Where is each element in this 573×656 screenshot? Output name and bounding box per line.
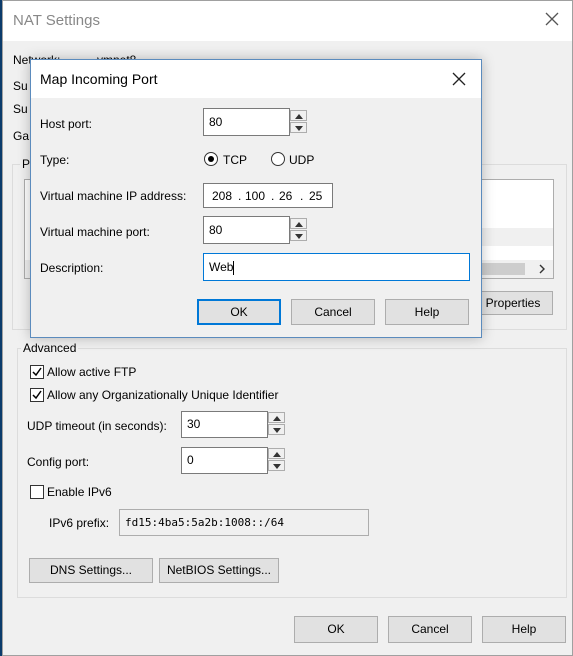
close-icon[interactable]	[542, 9, 562, 29]
dialog-cancel-button[interactable]: Cancel	[291, 299, 375, 325]
ip-dot: .	[238, 189, 242, 203]
tcp-radio[interactable]	[204, 152, 218, 166]
udp-timeout-spinner[interactable]	[268, 412, 287, 435]
enable-ipv6-checkbox[interactable]	[30, 485, 44, 499]
ip-dot: .	[300, 189, 304, 203]
spin-up-icon[interactable]	[290, 110, 307, 121]
description-value: Web	[209, 260, 234, 274]
host-port-label: Host port:	[40, 117, 93, 131]
checkmark-icon	[32, 390, 42, 400]
dialog-help-button[interactable]: Help	[385, 299, 469, 325]
vm-ip-input[interactable]: 208 . 100 . 26 . 25	[203, 183, 333, 208]
nat-help-button[interactable]: Help	[482, 616, 566, 643]
udp-timeout-label: UDP timeout (in seconds):	[27, 419, 167, 433]
ipv6-prefix-input: fd15:4ba5:5a2b:1008::/64	[119, 509, 369, 536]
vm-ip-label: Virtual machine IP address:	[40, 189, 187, 203]
allow-oui-label: Allow any Organizationally Unique Identi…	[47, 388, 279, 402]
host-port-input[interactable]: 80	[203, 108, 290, 136]
dns-settings-button[interactable]: DNS Settings...	[29, 558, 153, 583]
radio-selected-dot	[208, 156, 214, 162]
gateway-label: Ga	[13, 129, 30, 143]
list-row-highlight	[473, 228, 553, 246]
dialog-ok-button[interactable]: OK	[197, 299, 281, 325]
udp-timeout-input[interactable]: 30	[181, 411, 268, 438]
ip-octet-4[interactable]: 25	[309, 189, 322, 203]
spin-up-icon[interactable]	[268, 412, 285, 423]
tcp-label: TCP	[223, 153, 247, 167]
checkmark-icon	[32, 367, 42, 377]
vm-port-label: Virtual machine port:	[40, 225, 150, 239]
vm-port-input[interactable]: 80	[203, 216, 290, 244]
text-cursor	[233, 260, 235, 275]
vm-port-spinner[interactable]	[290, 218, 309, 241]
spin-down-icon[interactable]	[290, 230, 307, 241]
spin-down-icon[interactable]	[290, 122, 307, 133]
map-incoming-port-dialog: Map Incoming Port Host port: 80 Type: TC…	[30, 59, 482, 338]
spin-down-icon[interactable]	[268, 424, 285, 435]
netbios-settings-button[interactable]: NetBIOS Settings...	[159, 558, 279, 583]
spin-up-icon[interactable]	[268, 448, 285, 459]
ip-octet-3[interactable]: 26	[279, 189, 292, 203]
properties-button[interactable]: Properties	[473, 291, 553, 315]
config-port-input[interactable]: 0	[181, 447, 268, 474]
host-port-spinner[interactable]	[290, 110, 309, 133]
description-label: Description:	[40, 261, 104, 275]
udp-label: UDP	[289, 153, 315, 167]
nat-window-title: NAT Settings	[13, 12, 100, 29]
description-input[interactable]: Web	[203, 253, 470, 281]
ip-dot: .	[271, 189, 275, 203]
type-label: Type:	[40, 153, 70, 167]
config-port-spinner[interactable]	[268, 448, 287, 471]
spin-up-icon[interactable]	[290, 218, 307, 229]
dialog-title-bar: Map Incoming Port	[31, 60, 481, 98]
allow-active-ftp-label: Allow active FTP	[47, 365, 137, 379]
subnet-mask-label: Su	[13, 102, 28, 116]
nat-cancel-button[interactable]: Cancel	[388, 616, 472, 643]
dialog-title: Map Incoming Port	[40, 71, 158, 87]
ip-octet-1[interactable]: 208	[212, 189, 232, 203]
spin-down-icon[interactable]	[268, 460, 285, 471]
ip-octet-2[interactable]: 100	[245, 189, 265, 203]
nat-title-bar: NAT Settings	[3, 1, 572, 41]
advanced-group-label: Advanced	[21, 341, 79, 355]
close-icon[interactable]	[451, 71, 467, 87]
udp-radio[interactable]	[271, 152, 285, 166]
config-port-label: Config port:	[27, 455, 90, 469]
nat-ok-button[interactable]: OK	[294, 616, 378, 643]
ipv6-prefix-label: IPv6 prefix:	[49, 516, 110, 530]
allow-oui-checkbox[interactable]	[30, 388, 44, 402]
enable-ipv6-label: Enable IPv6	[47, 485, 112, 499]
chevron-right-icon[interactable]	[537, 264, 547, 274]
subnet-ip-label: Su	[13, 79, 28, 93]
allow-active-ftp-checkbox[interactable]	[30, 365, 44, 379]
